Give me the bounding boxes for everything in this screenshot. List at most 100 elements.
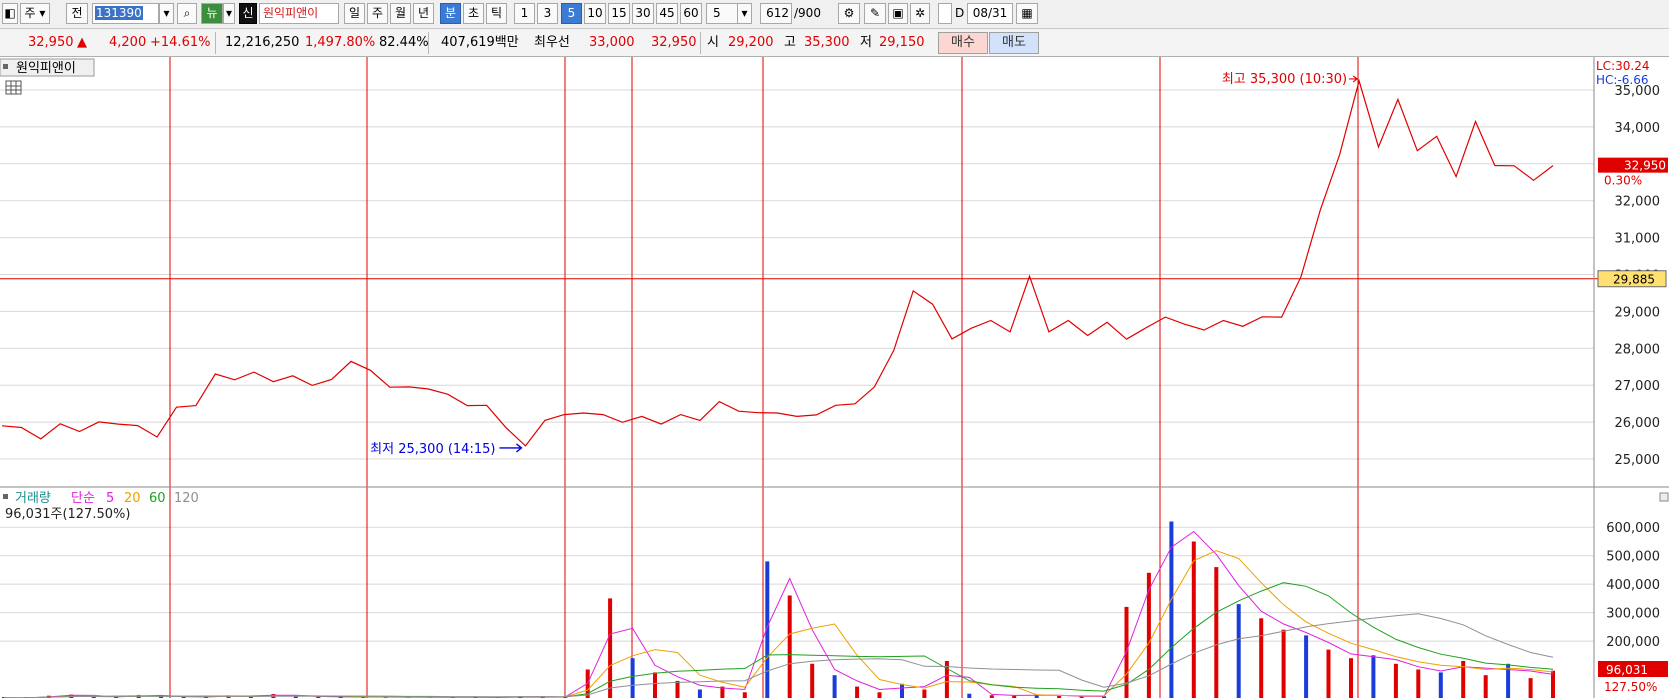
price-tick-label: 29,000	[1615, 305, 1661, 320]
stock-name[interactable]: 원익피앤이	[259, 3, 339, 24]
calendar-icon[interactable]: ▦	[1016, 3, 1038, 24]
volume-tick-label: 500,000	[1606, 550, 1660, 565]
interval-1[interactable]: 1	[514, 3, 535, 24]
volume-bar	[1551, 670, 1555, 698]
open-label: 시	[707, 35, 719, 50]
draw-tool-icon[interactable]: ✎	[864, 3, 886, 24]
period-month[interactable]: 월	[390, 3, 411, 24]
interval-60[interactable]: 60	[680, 3, 702, 24]
interval-select[interactable]: 5	[706, 3, 739, 24]
lc-label: LC:30.24	[1596, 59, 1649, 73]
volume-tick-label: 600,000	[1606, 521, 1660, 536]
count-max: /900	[794, 6, 821, 20]
volume-bar	[1304, 635, 1309, 698]
volume-pct: 1,497.80%	[305, 35, 376, 50]
pane-collapse-icon[interactable]	[1659, 492, 1669, 502]
date-input[interactable]: 08/31	[967, 3, 1013, 24]
volume-legend-title: 거래량	[15, 491, 51, 506]
volume-bar	[1371, 655, 1376, 698]
current-price-tag-label: 32,950	[1624, 159, 1666, 173]
current-volume-pct: 127.50%	[1604, 680, 1657, 694]
change-value: 4,200	[109, 35, 147, 50]
volume-legend-ma5: 5	[106, 491, 114, 506]
sell-button[interactable]: 매도	[989, 32, 1039, 54]
price-tick-label: 27,000	[1615, 379, 1661, 394]
search-icon[interactable]: ⌕	[177, 3, 197, 24]
volume-bar	[742, 692, 747, 698]
code-input[interactable]: 131390	[92, 3, 159, 24]
period-second[interactable]: 초	[463, 3, 484, 24]
high-label: 고	[784, 35, 796, 50]
volume-bar	[1326, 649, 1331, 698]
volume-tick-label: 200,000	[1606, 635, 1660, 650]
news-dropdown-icon[interactable]: ▾	[223, 3, 235, 24]
volume-summary: 96,031주(127.50%)	[5, 507, 130, 522]
volume-bar	[832, 675, 837, 698]
price-tick-label: 32,000	[1615, 195, 1661, 210]
current-price-pct: 0.30%	[1604, 174, 1642, 188]
volume-bar	[922, 689, 927, 698]
volume-bar	[900, 683, 904, 698]
news-button[interactable]: 뉴	[201, 3, 223, 24]
interval-30[interactable]: 30	[632, 3, 654, 24]
low-annotation: 최저 25,300 (14:15)	[370, 442, 495, 457]
price-pane-title: 원익피앤이	[16, 61, 76, 76]
period-minute[interactable]: 분	[440, 3, 461, 24]
candle-settings-icon[interactable]: ⚙	[838, 3, 860, 24]
d-label: D	[955, 6, 965, 20]
period-tick[interactable]: 틱	[486, 3, 507, 24]
save-icon[interactable]: ▣	[888, 3, 908, 24]
interval-5[interactable]: 5	[561, 3, 582, 24]
volume-bar	[787, 595, 792, 698]
volume-bar	[1259, 618, 1264, 698]
low-label: 저	[860, 35, 872, 50]
chart-menu-icon[interactable]: ◧	[2, 3, 18, 24]
pane-handle-icon	[3, 64, 8, 69]
ask-value: 33,000	[589, 35, 635, 50]
market-select[interactable]: 주 ▾	[20, 3, 50, 24]
volume-tick-label: 300,000	[1606, 607, 1660, 622]
current-volume-tag-label: 96,031	[1606, 663, 1648, 677]
toolbar: ◧ 주 ▾ 전 131390 ▾ ⌕ 뉴 ▾ 신 원익피앤이 일 주 월 년 분…	[0, 0, 1669, 29]
volume-bar	[608, 598, 613, 698]
current-price: 32,950	[28, 35, 74, 50]
bid-value: 32,950	[651, 35, 697, 50]
price-tick-label: 25,000	[1615, 453, 1661, 468]
crosshair-value-label: 29,885	[1613, 273, 1655, 287]
period-week[interactable]: 주	[367, 3, 388, 24]
count-input[interactable]: 612	[760, 3, 792, 24]
amount-value: 407,619백만	[441, 35, 519, 50]
volume-pane-handle-icon	[3, 494, 8, 499]
volume-bar	[697, 689, 702, 698]
gear-icon[interactable]: ✲	[910, 3, 930, 24]
chart-area[interactable]: 최고 35,300 (10:30) 최저 25,300 (14:15) 25,00…	[0, 57, 1669, 698]
price-tick-label: 31,000	[1615, 232, 1661, 247]
price-tick-label: 26,000	[1615, 416, 1661, 431]
interval-select-value: 5	[713, 6, 721, 20]
d-checkbox[interactable]	[938, 3, 952, 24]
period-year[interactable]: 년	[413, 3, 434, 24]
interval-dropdown-icon[interactable]: ▾	[737, 3, 752, 24]
code-dropdown-icon[interactable]: ▾	[159, 3, 174, 24]
volume-legend-ma20: 20	[124, 491, 141, 506]
volume-legend-simple: 단순	[71, 491, 95, 506]
volume-legend-ma120: 120	[174, 491, 199, 506]
interval-45[interactable]: 45	[656, 3, 678, 24]
all-button[interactable]: 전	[66, 3, 88, 24]
volume-bar	[630, 658, 635, 698]
market-label: 주	[24, 6, 36, 20]
volume-value: 12,216,250	[225, 35, 300, 50]
period-day[interactable]: 일	[344, 3, 365, 24]
volume-bar	[1393, 663, 1398, 698]
low-value: 29,150	[879, 35, 925, 50]
grid-toggle-icon[interactable]	[5, 80, 22, 95]
interval-3[interactable]: 3	[537, 3, 558, 24]
hc-label: HC:-6.66	[1596, 73, 1649, 87]
buy-button[interactable]: 매수	[938, 32, 988, 54]
volume-bar	[810, 663, 815, 698]
new-badge: 신	[239, 3, 257, 24]
interval-10[interactable]: 10	[584, 3, 606, 24]
volume-bar	[1416, 669, 1421, 698]
open-value: 29,200	[728, 35, 774, 50]
interval-15[interactable]: 15	[608, 3, 630, 24]
